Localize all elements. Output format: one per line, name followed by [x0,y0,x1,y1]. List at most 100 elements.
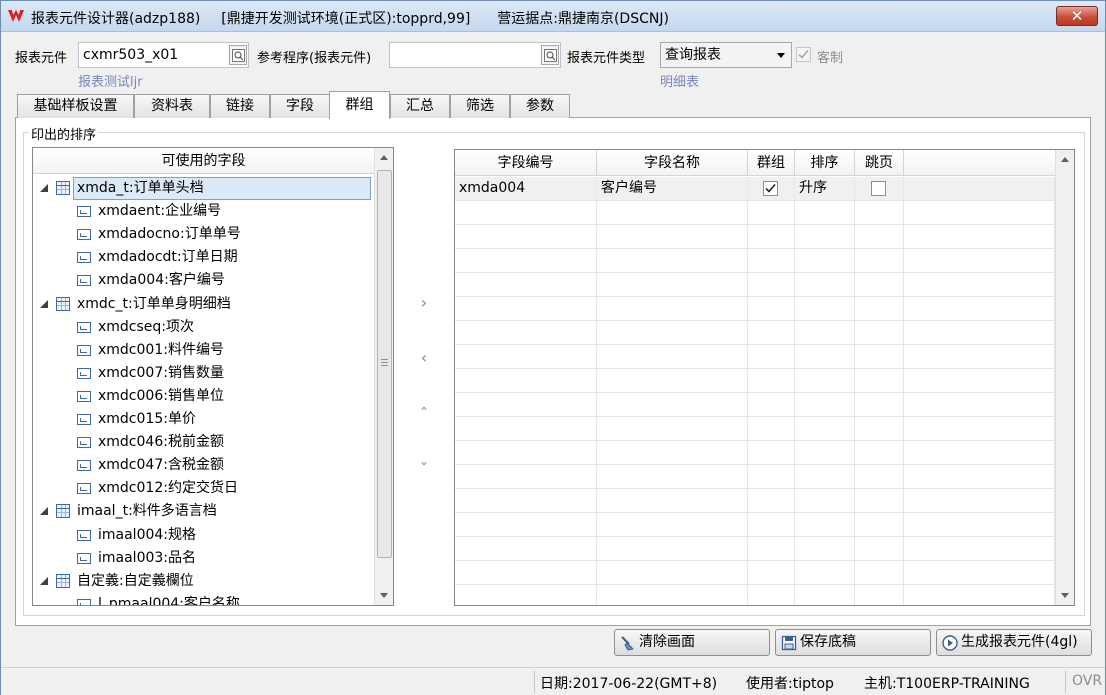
cell-field-name[interactable] [597,393,748,417]
cell-group[interactable] [748,369,795,393]
cell-sort[interactable] [795,369,855,393]
cell-field-name[interactable] [597,585,748,605]
cell-page-break[interactable] [855,417,904,441]
table-row[interactable] [455,561,1055,585]
cell-field-name[interactable] [597,369,748,393]
tree-field-item[interactable]: xmdc015:单价 [33,408,374,431]
cell-empty[interactable] [904,225,1055,249]
tab-group[interactable]: 群组 [329,91,390,119]
tab-links[interactable]: 链接 [210,94,270,118]
cell-empty[interactable] [904,273,1055,297]
cell-sort[interactable] [795,417,855,441]
cell-page-break[interactable] [855,369,904,393]
report-element-input[interactable]: cxmr503_x01 [78,42,249,68]
cell-sort[interactable]: 升序 [795,177,855,201]
tree-field-item[interactable]: xmda004:客户编号 [33,269,374,292]
group-checkbox[interactable] [763,181,778,196]
cell-page-break[interactable] [855,489,904,513]
cell-group[interactable] [748,177,795,201]
table-row[interactable] [455,585,1055,605]
cell-field-name[interactable] [597,513,748,537]
cell-field-no[interactable]: xmda004 [455,177,597,201]
cell-page-break[interactable] [855,561,904,585]
table-row[interactable] [455,273,1055,297]
cell-field-name[interactable] [597,441,748,465]
table-row[interactable] [455,297,1055,321]
cell-page-break[interactable] [855,249,904,273]
column-header-page-break[interactable]: 跳页 [855,150,904,176]
cell-empty[interactable] [904,369,1055,393]
cell-field-no[interactable] [455,201,597,225]
cell-field-name[interactable] [597,345,748,369]
tree-table-node[interactable]: xmdc_t:订单单身明细档 [33,293,374,316]
cell-field-no[interactable] [455,345,597,369]
cell-empty[interactable] [904,177,1055,201]
save-draft-button[interactable]: 保存底稿 [775,629,931,656]
tree-field-item[interactable]: xmdc001:料件编号 [33,339,374,362]
table-row[interactable] [455,441,1055,465]
cell-sort[interactable] [795,561,855,585]
cell-page-break[interactable] [855,393,904,417]
cell-field-name[interactable] [597,201,748,225]
cell-field-no[interactable] [455,249,597,273]
scroll-up-icon[interactable] [380,155,388,160]
cell-field-no[interactable] [455,417,597,441]
cell-group[interactable] [748,441,795,465]
cell-field-name[interactable] [597,489,748,513]
column-header-group[interactable]: 群组 [748,150,795,176]
cell-field-name[interactable] [597,537,748,561]
cell-page-break[interactable] [855,465,904,489]
cell-field-name[interactable] [597,417,748,441]
cell-empty[interactable] [904,537,1055,561]
cell-page-break[interactable] [855,537,904,561]
cell-empty[interactable] [904,465,1055,489]
page-break-checkbox[interactable] [871,181,886,196]
tab-data-tables[interactable]: 资料表 [134,94,210,118]
tree-table-node[interactable]: imaal_t:料件多语言档 [33,500,374,523]
expand-arrow-icon[interactable] [40,299,48,308]
cell-field-no[interactable] [455,321,597,345]
tab-template-settings[interactable]: 基础样板设置 [17,94,134,118]
table-row[interactable] [455,249,1055,273]
cell-empty[interactable] [904,561,1055,585]
tree-field-item[interactable]: xmdcseq:项次 [33,316,374,339]
cell-field-no[interactable] [455,297,597,321]
tab-filter[interactable]: 筛选 [450,94,510,118]
cell-empty[interactable] [904,321,1055,345]
cell-group[interactable] [748,585,795,605]
move-right-button[interactable]: › [414,293,434,313]
cell-field-no[interactable] [455,273,597,297]
table-row[interactable] [455,417,1055,441]
expand-arrow-icon[interactable] [40,184,48,192]
tree-scrollbar[interactable] [374,148,393,605]
cell-group[interactable] [748,513,795,537]
cell-field-name[interactable] [597,273,748,297]
cell-group[interactable] [748,297,795,321]
move-left-button[interactable]: ‹ [414,348,434,368]
cell-empty[interactable] [904,585,1055,605]
cell-field-no[interactable] [455,393,597,417]
cell-page-break[interactable] [855,321,904,345]
cell-page-break[interactable] [855,273,904,297]
reference-program-input[interactable] [389,42,561,68]
tree-table-node[interactable]: 自定義:自定義欄位 [33,570,374,593]
cell-field-no[interactable] [455,585,597,605]
cell-field-no[interactable] [455,441,597,465]
cell-field-name[interactable] [597,465,748,489]
cell-page-break[interactable] [855,201,904,225]
tab-summary[interactable]: 汇总 [390,94,450,118]
tree-field-item[interactable]: xmdc006:销售单位 [33,385,374,408]
table-row[interactable] [455,225,1055,249]
tree-field-item[interactable]: xmdaent:企业编号 [33,200,374,223]
cell-group[interactable] [748,345,795,369]
cell-page-break[interactable] [855,225,904,249]
cell-group[interactable] [748,273,795,297]
cell-empty[interactable] [904,489,1055,513]
column-header-sort[interactable]: 排序 [795,150,855,176]
table-row[interactable] [455,369,1055,393]
tree-field-item[interactable]: imaal003:品名 [33,547,374,570]
cell-sort[interactable] [795,201,855,225]
cell-page-break[interactable] [855,441,904,465]
cell-field-no[interactable] [455,537,597,561]
cell-group[interactable] [748,489,795,513]
